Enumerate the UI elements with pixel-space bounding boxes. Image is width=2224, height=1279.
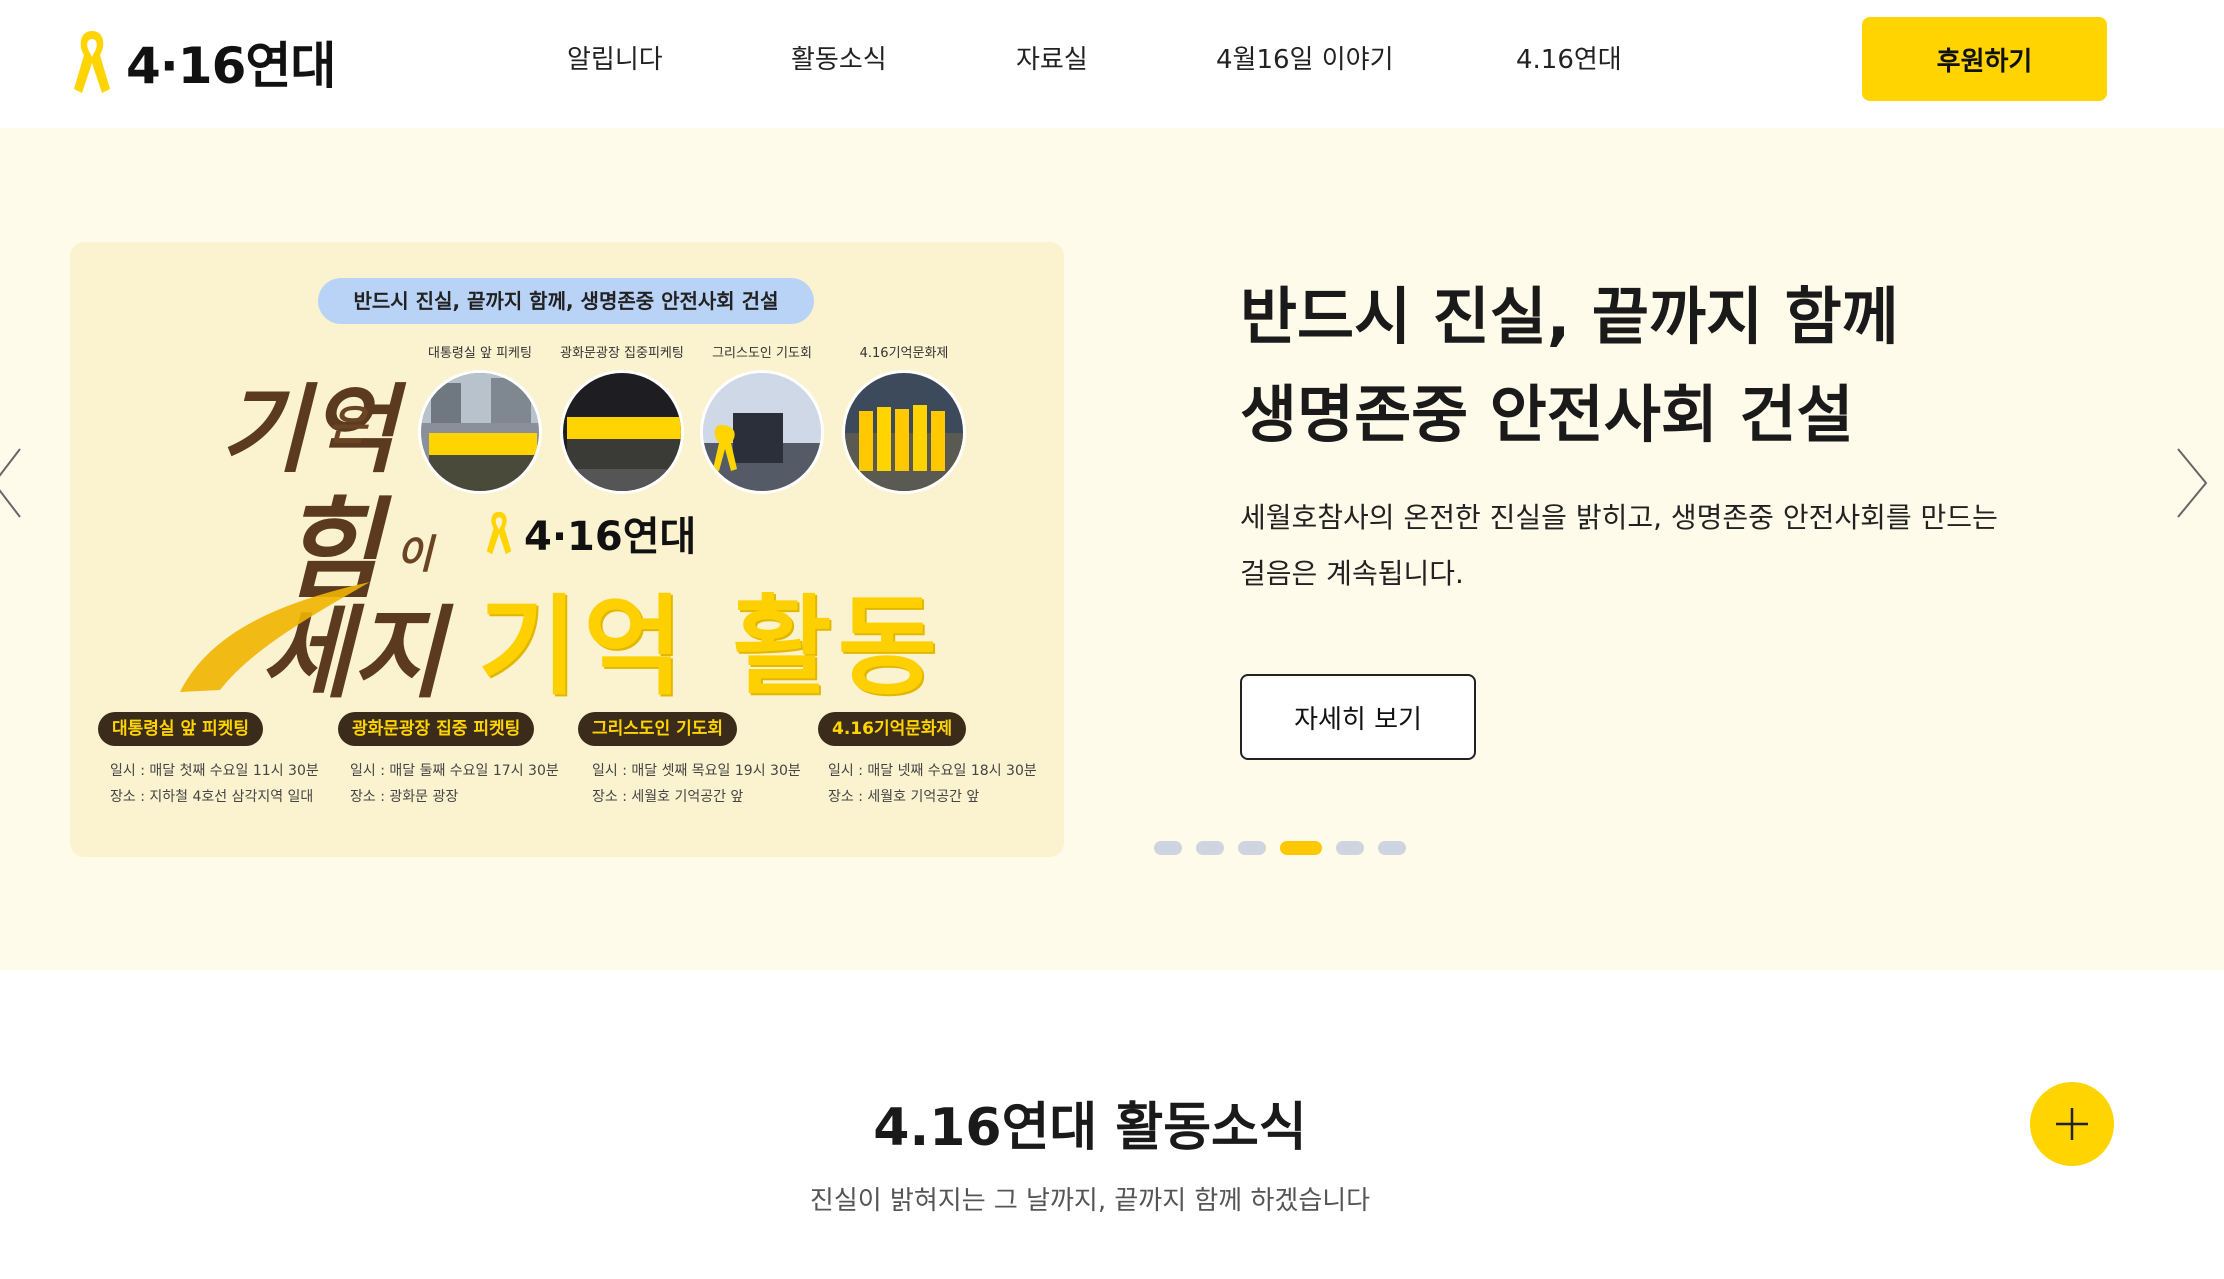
site-header: 4·16연대 알립니다 활동소식 자료실 4월16일 이야기 4.16연대 후원… <box>0 0 2224 128</box>
ribbon-icon <box>486 511 512 555</box>
activity-place: 장소 : 세월호 기억공간 앞 <box>592 789 744 805</box>
slider-pagination <box>1154 841 1406 855</box>
chevron-left-icon <box>0 448 21 518</box>
photo-presidential-office-picket <box>418 370 542 494</box>
slider-dot[interactable] <box>1196 841 1224 855</box>
circle-photo-label: 4.16기억문화제 <box>859 346 949 361</box>
activity-time: 일시 : 매달 셋째 목요일 19시 30분 <box>592 763 801 779</box>
slider-dot[interactable] <box>1238 841 1266 855</box>
slider-dot[interactable] <box>1154 841 1182 855</box>
slide-description-line: 걸음은 계속됩니다. <box>1240 557 1464 590</box>
chevron-right-icon <box>2177 448 2208 518</box>
circle-photo-label: 그리스도인 기도회 <box>712 346 812 361</box>
ribbon-icon <box>74 31 110 93</box>
activity-tag: 그리스도인 기도회 <box>578 712 738 746</box>
activity-time: 일시 : 매달 둘째 수요일 17시 30분 <box>350 763 559 779</box>
activity-place: 장소 : 지하철 4호선 삼각지역 일대 <box>110 789 314 805</box>
activity-tag: 대통령실 앞 피켓팅 <box>98 712 263 746</box>
activity-place: 장소 : 광화문 광장 <box>350 789 459 805</box>
banner-slogan-pill: 반드시 진실, 끝까지 함께, 생명존중 안전사회 건설 <box>318 278 814 324</box>
site-logo[interactable]: 4·16연대 <box>70 24 350 100</box>
logo-text: 4·16연대 <box>126 37 336 95</box>
slider-dot[interactable] <box>1378 841 1406 855</box>
hero-slider: 반드시 진실, 끝까지 함께, 생명존중 안전사회 건설 기억 은 힘 이 세지… <box>0 128 2224 970</box>
more-news-button[interactable] <box>2030 1082 2114 1166</box>
nav-item-notice[interactable]: 알립니다 <box>567 38 663 82</box>
calligraphy-text: 은 <box>328 401 367 450</box>
slider-prev-button[interactable] <box>0 443 30 523</box>
circle-photo-label: 광화문광장 집중피케팅 <box>560 346 684 361</box>
plus-icon <box>2056 1108 2088 1140</box>
circle-photo-label: 대통령실 앞 피케팅 <box>428 346 532 361</box>
slide-banner-image[interactable]: 반드시 진실, 끝까지 함께, 생명존중 안전사회 건설 기억 은 힘 이 세지… <box>70 242 1064 857</box>
slide-title: 반드시 진실, 끝까지 함께 생명존중 안전사회 건설 <box>1240 268 1899 464</box>
photo-gwanghwamun-picket <box>560 370 684 494</box>
slide-title-line: 생명존중 안전사회 건설 <box>1240 378 1854 451</box>
banner-big-title: 기억 활동 <box>478 585 944 710</box>
photo-memorial-culture-festival <box>842 370 966 494</box>
photo-christian-prayer <box>700 370 824 494</box>
nav-item-activity-news[interactable]: 활동소식 <box>791 38 887 82</box>
section-title: 4.16연대 활동소식 <box>873 1098 1307 1158</box>
nav-item-archive[interactable]: 자료실 <box>1016 38 1088 82</box>
section-subtitle: 진실이 밝혀지는 그 날까지, 끝까지 함께 하겠습니다 <box>809 1186 1371 1216</box>
activity-time: 일시 : 매달 첫째 수요일 11시 30분 <box>110 763 319 779</box>
slider-dot[interactable] <box>1336 841 1364 855</box>
nav-item-about[interactable]: 4.16연대 <box>1516 38 1622 82</box>
slider-dot[interactable] <box>1280 841 1322 855</box>
activity-place: 장소 : 세월호 기억공간 앞 <box>828 789 980 805</box>
slider-next-button[interactable] <box>2170 443 2214 523</box>
nav-item-april16-story[interactable]: 4월16일 이야기 <box>1216 38 1394 82</box>
gold-swoosh-decoration <box>180 582 370 692</box>
activity-tag: 4.16기억문화제 <box>818 712 967 746</box>
banner-mini-logo: 4·16연대 <box>484 504 696 562</box>
view-details-button[interactable]: 자세히 보기 <box>1240 674 1476 760</box>
activity-tag: 광화문광장 집중 피켓팅 <box>338 712 535 746</box>
donate-button[interactable]: 후원하기 <box>1862 17 2107 101</box>
slide-description-line: 세월호참사의 온전한 진실을 밝히고, 생명존중 안전사회를 만드는 <box>1240 501 1998 534</box>
slide-description: 세월호참사의 온전한 진실을 밝히고, 생명존중 안전사회를 만드는 걸음은 계… <box>1240 490 1998 602</box>
slide-title-line: 반드시 진실, 끝까지 함께 <box>1240 280 1899 353</box>
activity-time: 일시 : 매달 넷째 수요일 18시 30분 <box>828 763 1037 779</box>
